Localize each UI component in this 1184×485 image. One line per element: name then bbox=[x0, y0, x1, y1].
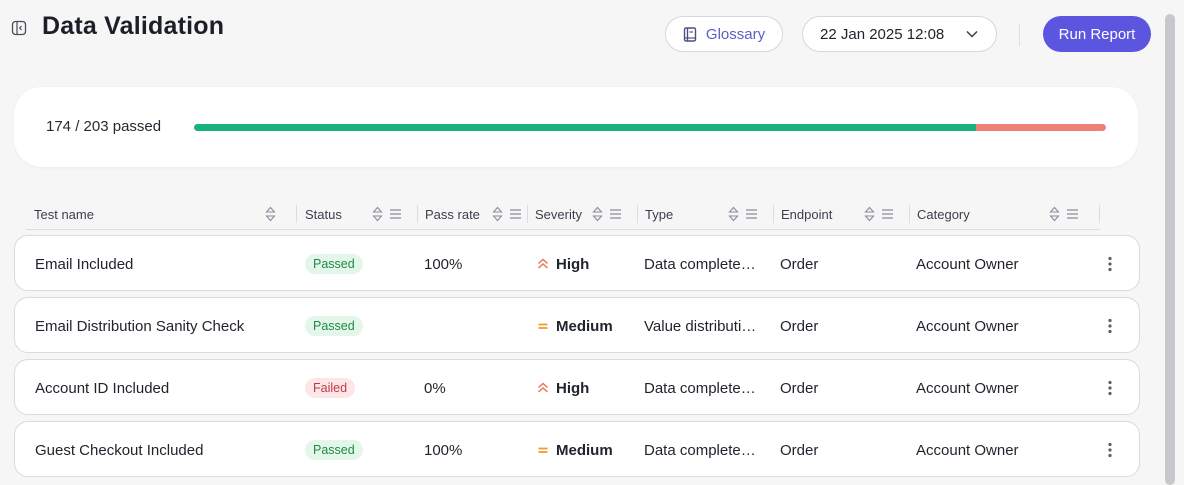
column-divider[interactable] bbox=[1099, 205, 1100, 223]
table-row[interactable]: Guest Checkout Included Passed 100% Medi… bbox=[14, 421, 1140, 477]
row-menu-icon[interactable] bbox=[1100, 378, 1120, 398]
endpoint: Order bbox=[780, 255, 819, 273]
summary-card: 174 / 203 passed bbox=[14, 87, 1138, 167]
severity: Medium bbox=[537, 422, 613, 478]
column-header-status[interactable]: Status bbox=[305, 203, 342, 225]
sort-icon[interactable] bbox=[864, 205, 875, 223]
pass-rate: 100% bbox=[424, 255, 463, 273]
category: Account Owner bbox=[916, 255, 1019, 273]
page-title: Data Validation bbox=[42, 12, 225, 40]
column-header-type[interactable]: Type bbox=[645, 203, 673, 225]
pass-progress-bar bbox=[194, 124, 1106, 131]
pass-progress-fill bbox=[194, 124, 976, 131]
sort-icon[interactable] bbox=[728, 205, 739, 223]
column-menu-icon[interactable] bbox=[745, 205, 758, 223]
type: Data complete… bbox=[644, 379, 756, 397]
sort-icon[interactable] bbox=[372, 205, 383, 223]
column-header-endpoint[interactable]: Endpoint bbox=[781, 203, 832, 225]
column-header-category[interactable]: Category bbox=[917, 203, 970, 225]
category: Account Owner bbox=[916, 317, 1019, 335]
table-header: Test name Status Pass rate Severity Type… bbox=[26, 203, 1100, 230]
pass-rate: 0% bbox=[424, 379, 446, 397]
column-menu-icon[interactable] bbox=[881, 205, 894, 223]
header-divider bbox=[1019, 24, 1020, 46]
column-divider[interactable] bbox=[637, 205, 638, 223]
severity: High bbox=[537, 236, 589, 292]
endpoint: Order bbox=[780, 317, 819, 335]
scrollbar[interactable] bbox=[1158, 0, 1184, 485]
glossary-button[interactable]: Glossary bbox=[665, 16, 783, 52]
sidebar-toggle-icon[interactable] bbox=[11, 20, 27, 36]
category: Account Owner bbox=[916, 379, 1019, 397]
severity: High bbox=[537, 360, 589, 416]
sort-icon[interactable] bbox=[1049, 205, 1060, 223]
type: Data complete… bbox=[644, 441, 756, 459]
table-row[interactable]: Email Included Passed 100% High Data com… bbox=[14, 235, 1140, 291]
column-menu-icon[interactable] bbox=[389, 205, 402, 223]
severity-label: Medium bbox=[556, 441, 613, 459]
row-menu-icon[interactable] bbox=[1100, 254, 1120, 274]
column-divider[interactable] bbox=[527, 205, 528, 223]
severity-label: Medium bbox=[556, 317, 613, 335]
book-icon bbox=[683, 26, 697, 42]
severity: Medium bbox=[537, 298, 613, 354]
run-report-button[interactable]: Run Report bbox=[1043, 16, 1151, 52]
column-divider[interactable] bbox=[417, 205, 418, 223]
pass-rate: 100% bbox=[424, 441, 463, 459]
column-header-test-name[interactable]: Test name bbox=[34, 203, 94, 225]
row-menu-icon[interactable] bbox=[1100, 440, 1120, 460]
test-name: Guest Checkout Included bbox=[35, 441, 204, 459]
column-menu-icon[interactable] bbox=[509, 205, 522, 223]
status-badge: Passed bbox=[305, 316, 363, 336]
type: Value distributi… bbox=[644, 317, 757, 335]
column-menu-icon[interactable] bbox=[609, 205, 622, 223]
column-menu-icon[interactable] bbox=[1066, 205, 1079, 223]
endpoint: Order bbox=[780, 379, 819, 397]
test-name: Account ID Included bbox=[35, 379, 170, 397]
equals-icon bbox=[538, 447, 548, 453]
category: Account Owner bbox=[916, 441, 1019, 459]
severity-label: High bbox=[556, 379, 590, 397]
sort-icon[interactable] bbox=[492, 205, 503, 223]
test-name: Email Included bbox=[35, 255, 134, 273]
table-row[interactable]: Email Distribution Sanity Check Passed M… bbox=[14, 297, 1140, 353]
column-divider[interactable] bbox=[296, 205, 297, 223]
status-badge: Passed bbox=[305, 254, 363, 274]
table-row[interactable]: Account ID Included Failed 0% High Data … bbox=[14, 359, 1140, 415]
report-date-select[interactable]: 22 Jan 2025 12:08 bbox=[802, 16, 997, 52]
status-badge: Passed bbox=[305, 440, 363, 460]
equals-icon bbox=[538, 323, 548, 329]
row-menu-icon[interactable] bbox=[1100, 316, 1120, 336]
chevron-down-icon bbox=[966, 30, 978, 38]
type: Data complete… bbox=[644, 255, 756, 273]
column-divider[interactable] bbox=[909, 205, 910, 223]
glossary-label: Glossary bbox=[705, 25, 766, 43]
sort-icon[interactable] bbox=[265, 205, 276, 223]
scrollbar-thumb[interactable] bbox=[1165, 14, 1175, 485]
column-divider[interactable] bbox=[773, 205, 774, 223]
date-value: 22 Jan 2025 12:08 bbox=[820, 25, 945, 43]
status-badge: Failed bbox=[305, 378, 356, 398]
endpoint: Order bbox=[780, 441, 819, 459]
summary-text: 174 / 203 passed bbox=[46, 118, 162, 135]
test-name: Email Distribution Sanity Check bbox=[35, 317, 245, 335]
chevrons-up-icon bbox=[538, 258, 548, 269]
severity-label: High bbox=[556, 255, 590, 273]
chevrons-up-icon bbox=[538, 382, 548, 393]
column-header-severity[interactable]: Severity bbox=[535, 203, 582, 225]
sort-icon[interactable] bbox=[592, 205, 603, 223]
column-header-pass-rate[interactable]: Pass rate bbox=[425, 203, 480, 225]
